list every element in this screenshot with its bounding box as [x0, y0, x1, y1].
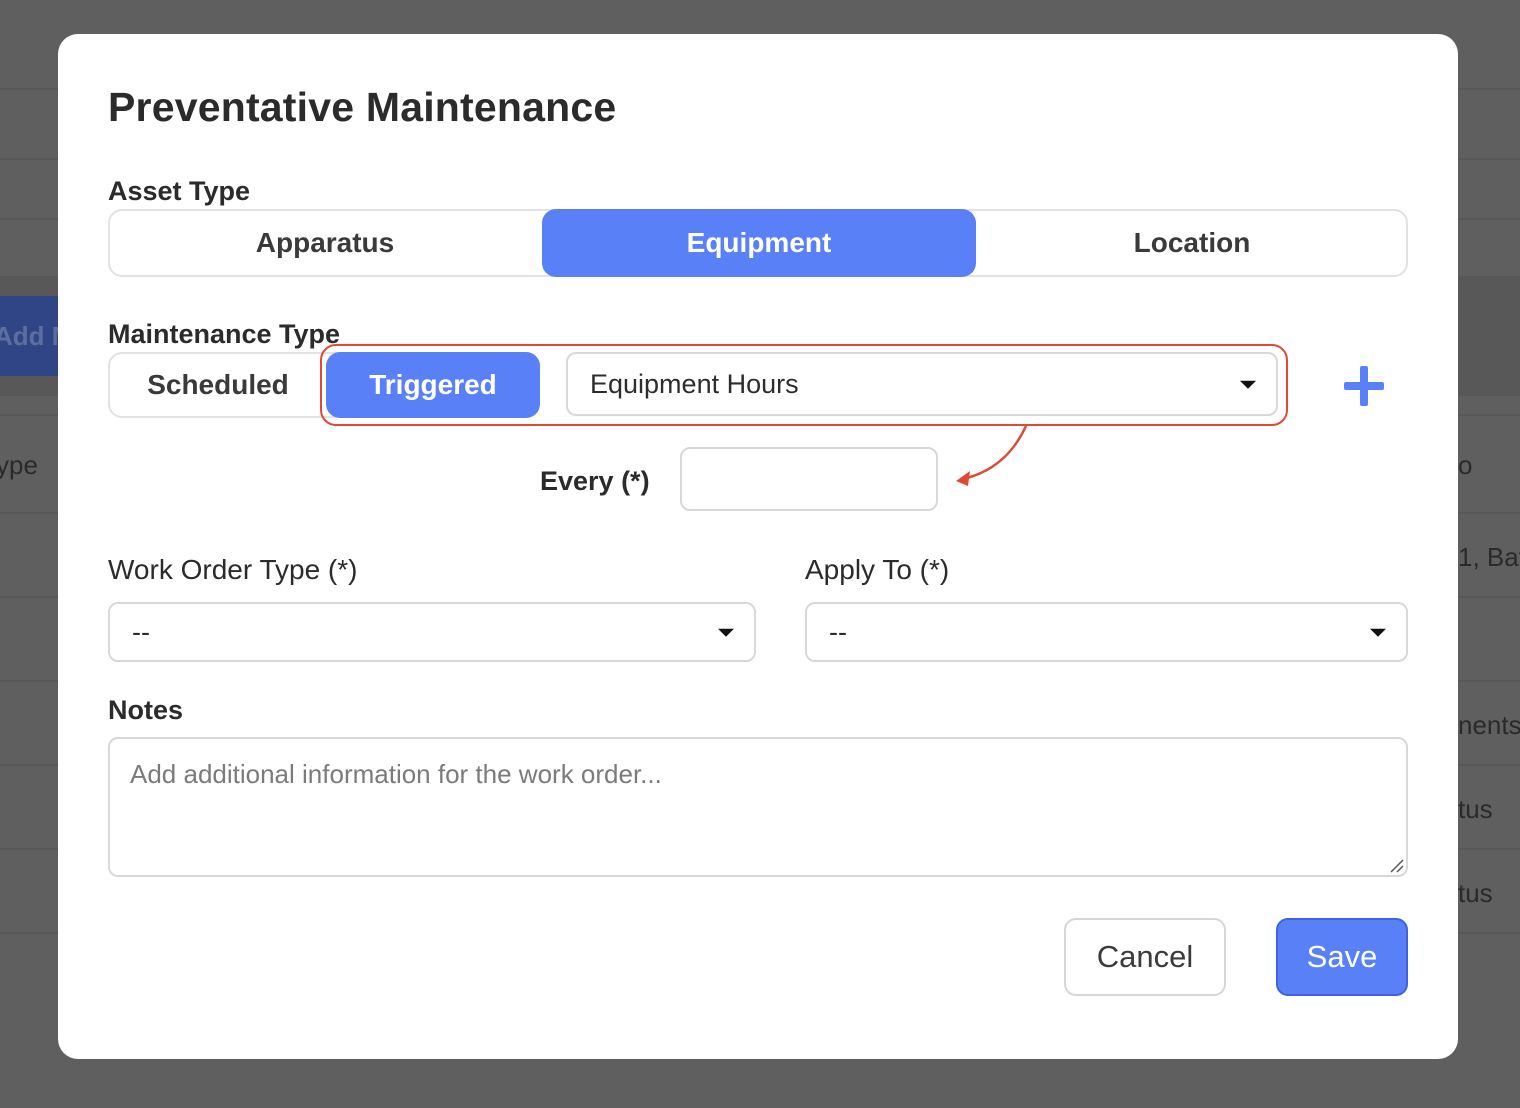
- asset-type-location[interactable]: Location: [976, 209, 1408, 277]
- caret-down-icon: [1370, 628, 1386, 637]
- apply-to-label: Apply To (*): [805, 554, 950, 585]
- save-button[interactable]: Save: [1276, 918, 1408, 996]
- maintenance-type-scheduled[interactable]: Scheduled: [108, 352, 328, 418]
- asset-type-label: Asset Type: [108, 176, 251, 206]
- maintenance-type-label: Maintenance Type: [108, 319, 341, 349]
- apply-to-select[interactable]: --: [805, 602, 1408, 662]
- every-label: Every (*): [540, 466, 650, 496]
- bg-column-header-type: ype: [0, 450, 38, 480]
- work-order-type-select[interactable]: --: [108, 602, 756, 662]
- maintenance-type-triggered[interactable]: Triggered: [326, 352, 540, 418]
- bg-cell: 1, Bat: [1458, 542, 1520, 572]
- work-order-type-label: Work Order Type (*): [108, 554, 358, 585]
- notes-textarea[interactable]: [108, 737, 1408, 877]
- cancel-button[interactable]: Cancel: [1064, 918, 1226, 996]
- preventative-maintenance-modal: Preventative Maintenance Asset Type Appa…: [58, 34, 1458, 1059]
- bg-cell: nents: [1458, 710, 1520, 740]
- bg-column-header-right: o: [1458, 450, 1473, 480]
- bg-cell: tus: [1458, 794, 1493, 824]
- bg-cell: tus: [1458, 878, 1493, 908]
- modal-title: Preventative Maintenance: [108, 84, 617, 130]
- resize-grip-icon[interactable]: [1388, 857, 1404, 873]
- asset-type-apparatus[interactable]: Apparatus: [108, 209, 542, 277]
- trigger-metric-select[interactable]: Equipment Hours: [566, 352, 1278, 416]
- asset-type-segmented-control: Apparatus Equipment Location: [108, 209, 1408, 277]
- work-order-type-value: --: [132, 616, 150, 647]
- notes-label: Notes: [108, 695, 184, 725]
- trigger-metric-value: Equipment Hours: [590, 368, 799, 399]
- caret-down-icon: [718, 628, 734, 637]
- plus-icon[interactable]: [1342, 364, 1386, 408]
- apply-to-value: --: [829, 616, 847, 647]
- caret-down-icon: [1240, 380, 1256, 389]
- maintenance-type-segmented-control: Scheduled Triggered: [108, 352, 540, 418]
- asset-type-equipment[interactable]: Equipment: [542, 209, 976, 277]
- every-input[interactable]: [680, 447, 938, 511]
